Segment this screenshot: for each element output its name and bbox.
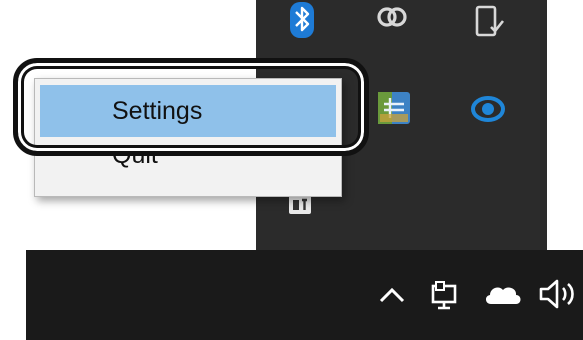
- menu-item-settings[interactable]: Settings: [40, 85, 336, 137]
- taskbar: [26, 250, 583, 340]
- phone-link-icon[interactable]: [468, 2, 508, 42]
- volume-icon[interactable]: [534, 274, 583, 314]
- menu-item-quit[interactable]: Quit: [40, 137, 336, 189]
- onedrive-cloud-icon[interactable]: [480, 276, 526, 314]
- network-icon[interactable]: [426, 276, 470, 314]
- blue-eye-app-icon[interactable]: [468, 90, 508, 128]
- network-app-icon[interactable]: [374, 88, 414, 128]
- show-hidden-icons-chevron-icon[interactable]: [374, 280, 410, 310]
- sync-icon[interactable]: [370, 0, 414, 36]
- bluetooth-icon[interactable]: [282, 0, 322, 44]
- tray-context-menu: Settings Quit: [34, 78, 342, 197]
